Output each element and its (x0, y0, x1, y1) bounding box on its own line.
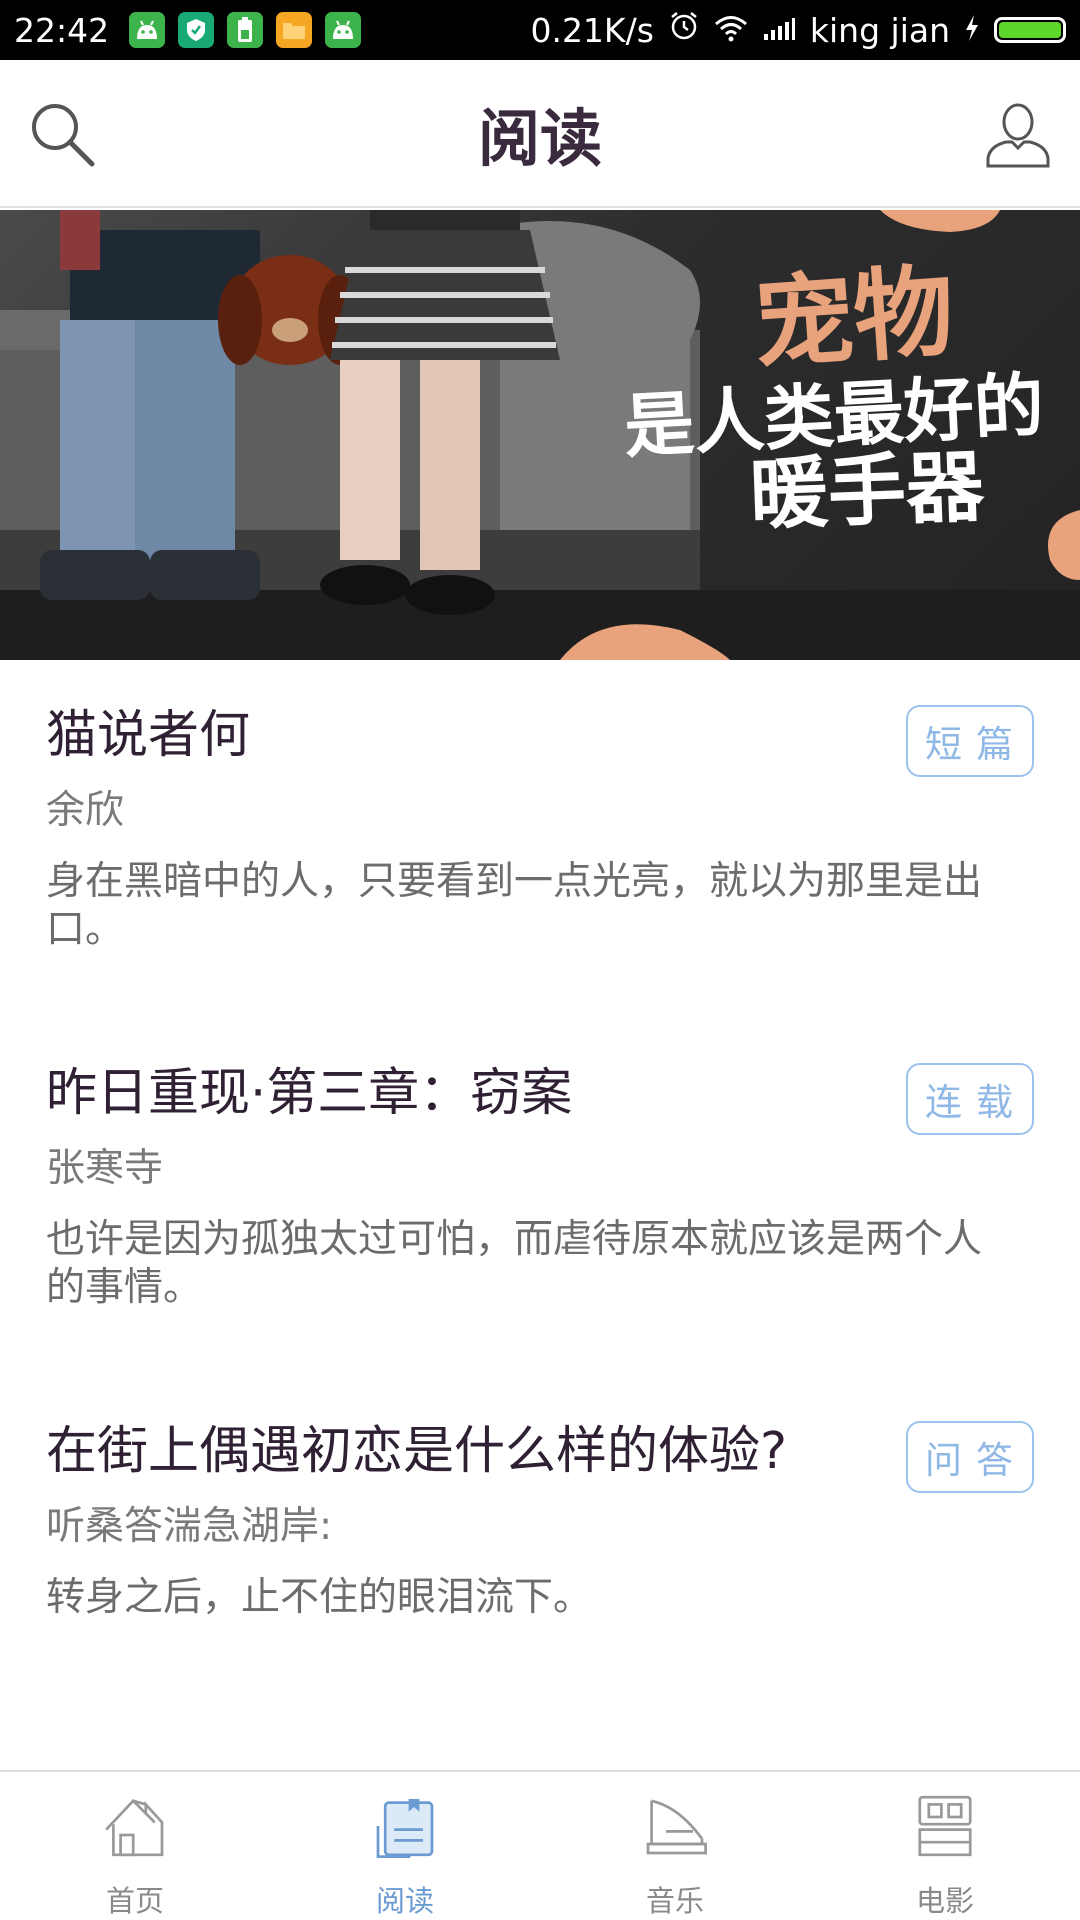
article-summary: 转身之后，止不住的眼泪流下。 (46, 1575, 593, 1620)
alarm-icon (668, 10, 700, 50)
nav-item-movie[interactable]: 电影 (810, 1772, 1080, 1920)
charging-icon (964, 11, 980, 50)
movie-icon (918, 1795, 972, 1857)
reading-icon (376, 1799, 434, 1858)
article-card[interactable]: 猫说者何 短篇 余欣 身在黑暗中的人，只要看到一点光亮，就以为那里是出口。 (46, 705, 1036, 954)
network-speed: 0.21K/s (530, 10, 654, 50)
article-tag[interactable]: 问答 (906, 1421, 1034, 1493)
nav-item-reading[interactable]: 阅读 (270, 1772, 540, 1920)
nav-label-reading: 阅读 (375, 1884, 434, 1918)
article-title[interactable]: 在街上偶遇初恋是什么样的体验? (46, 1422, 1036, 1482)
signal-icon (762, 11, 796, 50)
status-bar: 22:42 0.21K/s king jian (0, 0, 1080, 60)
carrier-name: king jian (809, 10, 950, 50)
folder-icon (276, 12, 313, 48)
article-author: 余欣 (46, 788, 125, 833)
shield-icon (178, 12, 215, 48)
status-right: 0.21K/s king jian (530, 10, 1066, 50)
battery-saver-icon (227, 12, 264, 48)
article-title[interactable]: 昨日重现·第三章：窃案 (46, 1064, 1036, 1124)
article-author: 听桑答湍急湖岸: (46, 1504, 333, 1549)
user-icon (986, 103, 1050, 168)
banner-slogan: 宠物 是人类最好的 暖手器 (622, 252, 1046, 541)
battery-fill (999, 22, 1061, 38)
nav-label-movie: 电影 (915, 1884, 974, 1918)
app-header: 阅读 (0, 60, 1080, 208)
battery-icon (994, 17, 1066, 43)
android-icon (325, 12, 362, 48)
banner-carousel[interactable]: 宠物 是人类最好的 暖手器 (0, 210, 1080, 660)
article-author: 张寒寺 (46, 1146, 164, 1191)
article-card[interactable]: 昨日重现·第三章：窃案 连载 张寒寺 也许是因为孤独太过可怕，而虐待原本就应该是… (46, 1063, 1036, 1312)
nav-item-music[interactable]: 音乐 (540, 1772, 810, 1920)
nav-label-home: 首页 (105, 1884, 164, 1918)
article-card[interactable]: 在街上偶遇初恋是什么样的体验? 问答 听桑答湍急湖岸: 转身之后，止不住的眼泪流… (46, 1421, 1036, 1622)
status-time: 22:42 (14, 10, 110, 50)
nav-item-home[interactable]: 首页 (0, 1772, 270, 1920)
android-icon (129, 12, 166, 48)
page-title: 阅读 (477, 102, 602, 175)
article-tag[interactable]: 短篇 (906, 705, 1034, 777)
bottom-nav: 首页 阅读 音乐 电影 (0, 1770, 1080, 1920)
banner-line-1: 宠物 (749, 251, 958, 384)
wifi-icon (714, 11, 748, 50)
music-icon (646, 1799, 707, 1855)
profile-button[interactable] (982, 98, 1054, 170)
article-summary: 也许是因为孤独太过可怕，而虐待原本就应该是两个人的事情。 (46, 1217, 983, 1310)
nav-label-music: 音乐 (645, 1884, 704, 1918)
article-summary: 身在黑暗中的人，只要看到一点光亮，就以为那里是出口。 (46, 859, 983, 952)
article-title[interactable]: 猫说者何 (46, 706, 1036, 766)
banner-line-3: 暖手器 (748, 441, 986, 541)
article-tag[interactable]: 连载 (906, 1063, 1034, 1135)
home-icon (105, 1798, 164, 1857)
